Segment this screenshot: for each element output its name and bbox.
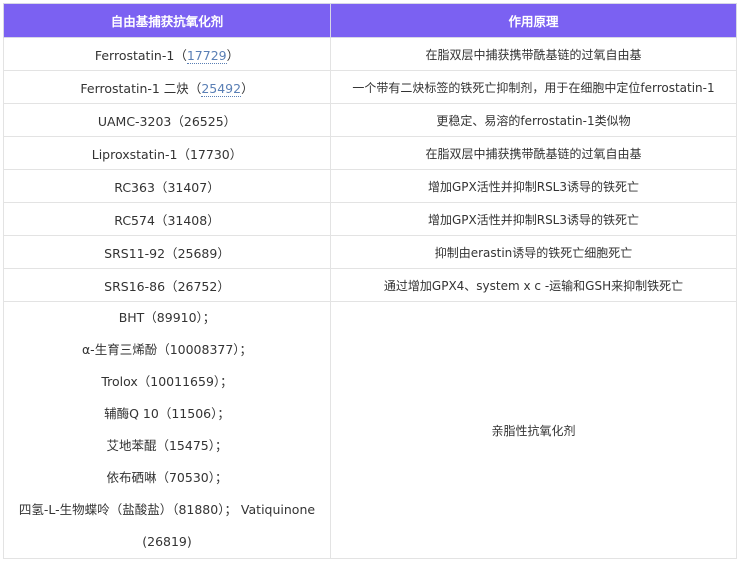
compound-cell: RC574（31408）: [3, 202, 331, 236]
mechanism-cell: 一个带有二炔标签的铁死亡抑制剂，用于在细胞中定位ferrostatin-1: [330, 70, 737, 104]
compound-line: 辅酶Q 10（11506）；: [104, 406, 230, 421]
compound-line: (26819): [142, 534, 192, 549]
table-row: RC363（31407） 增加GPX活性并抑制RSL3诱导的铁死亡: [3, 169, 737, 203]
antioxidant-table: 自由基捕获抗氧化剂 作用原理 Ferrostatin-1（17729） 在脂双层…: [3, 3, 737, 559]
compound-cell: Ferrostatin-1（17729）: [3, 37, 331, 71]
table-row: SRS16-86（26752） 通过增加GPX4、system x c -运输和…: [3, 268, 737, 302]
table-row: SRS11-92（25689） 抑制由erastin诱导的铁死亡细胞死亡: [3, 235, 737, 269]
table-header-row: 自由基捕获抗氧化剂 作用原理: [3, 3, 737, 38]
compound-name: SRS11-92: [104, 245, 166, 261]
compound-cell: UAMC-3203（26525）: [3, 103, 331, 137]
compound-code: 25689: [177, 245, 218, 261]
mechanism-cell: 抑制由erastin诱导的铁死亡细胞死亡: [330, 235, 737, 269]
table-row-lipophilic: BHT（89910）； α-生育三烯酚（10008377）； Trolox（10…: [3, 301, 737, 559]
compound-name: SRS16-86: [104, 278, 166, 294]
mechanism-cell: 增加GPX活性并抑制RSL3诱导的铁死亡: [330, 202, 737, 236]
compound-code-link[interactable]: 17729: [186, 47, 227, 64]
compound-line: 依布硒啉（70530）；: [106, 470, 228, 485]
compound-line: α-生育三烯酚（10008377）；: [81, 342, 253, 357]
mechanism-cell: 通过增加GPX4、system x c -运输和GSH来抑制铁死亡: [330, 268, 737, 302]
mechanism-cell: 增加GPX活性并抑制RSL3诱导的铁死亡: [330, 169, 737, 203]
mechanism-cell: 亲脂性抗氧化剂: [330, 301, 737, 559]
compound-line: 四氢-L-生物蝶呤（盐酸盐）（81880）； Vatiquinone: [18, 502, 316, 517]
table-row: Liproxstatin-1（17730） 在脂双层中捕获携带酰基链的过氧自由基: [3, 136, 737, 170]
compound-list-cell: BHT（89910）； α-生育三烯酚（10008377）； Trolox（10…: [3, 301, 331, 559]
compound-cell: SRS16-86（26752）: [3, 268, 331, 302]
compound-cell: SRS11-92（25689）: [3, 235, 331, 269]
compound-code: 17730: [189, 146, 230, 162]
compound-name: UAMC-3203: [97, 113, 172, 129]
compound-cell: Ferrostatin-1 二炔（25492）: [3, 70, 331, 104]
mechanism-cell: 在脂双层中捕获携带酰基链的过氧自由基: [330, 136, 737, 170]
compound-line: BHT（89910）；: [118, 310, 216, 325]
table-row: UAMC-3203（26525） 更稳定、易溶的ferrostatin-1类似物: [3, 103, 737, 137]
table-row: Ferrostatin-1（17729） 在脂双层中捕获携带酰基链的过氧自由基: [3, 37, 737, 71]
compound-cell: RC363（31407）: [3, 169, 331, 203]
compound-code: 31407: [167, 179, 208, 195]
compound-line: 艾地苯醌（15475）；: [106, 438, 228, 453]
compound-code: 31408: [167, 212, 208, 228]
compound-cell: Liproxstatin-1（17730）: [3, 136, 331, 170]
compound-line: Trolox（10011659）；: [101, 374, 233, 389]
compound-code: 26525: [183, 113, 224, 129]
header-mechanism: 作用原理: [330, 3, 737, 38]
header-antioxidant: 自由基捕获抗氧化剂: [3, 3, 331, 38]
compound-name: RC363: [114, 179, 155, 195]
table-row: Ferrostatin-1 二炔（25492） 一个带有二炔标签的铁死亡抑制剂，…: [3, 70, 737, 104]
compound-name: RC574: [114, 212, 155, 228]
compound-name: Liproxstatin-1: [91, 146, 178, 162]
table-row: RC574（31408） 增加GPX活性并抑制RSL3诱导的铁死亡: [3, 202, 737, 236]
compound-code-link[interactable]: 25492: [201, 80, 242, 97]
mechanism-cell: 更稳定、易溶的ferrostatin-1类似物: [330, 103, 737, 137]
mechanism-cell: 在脂双层中捕获携带酰基链的过氧自由基: [330, 37, 737, 71]
compound-name: Ferrostatin-1: [94, 47, 175, 63]
compound-name: Ferrostatin-1 二炔: [80, 80, 189, 96]
compound-code: 26752: [177, 278, 218, 294]
